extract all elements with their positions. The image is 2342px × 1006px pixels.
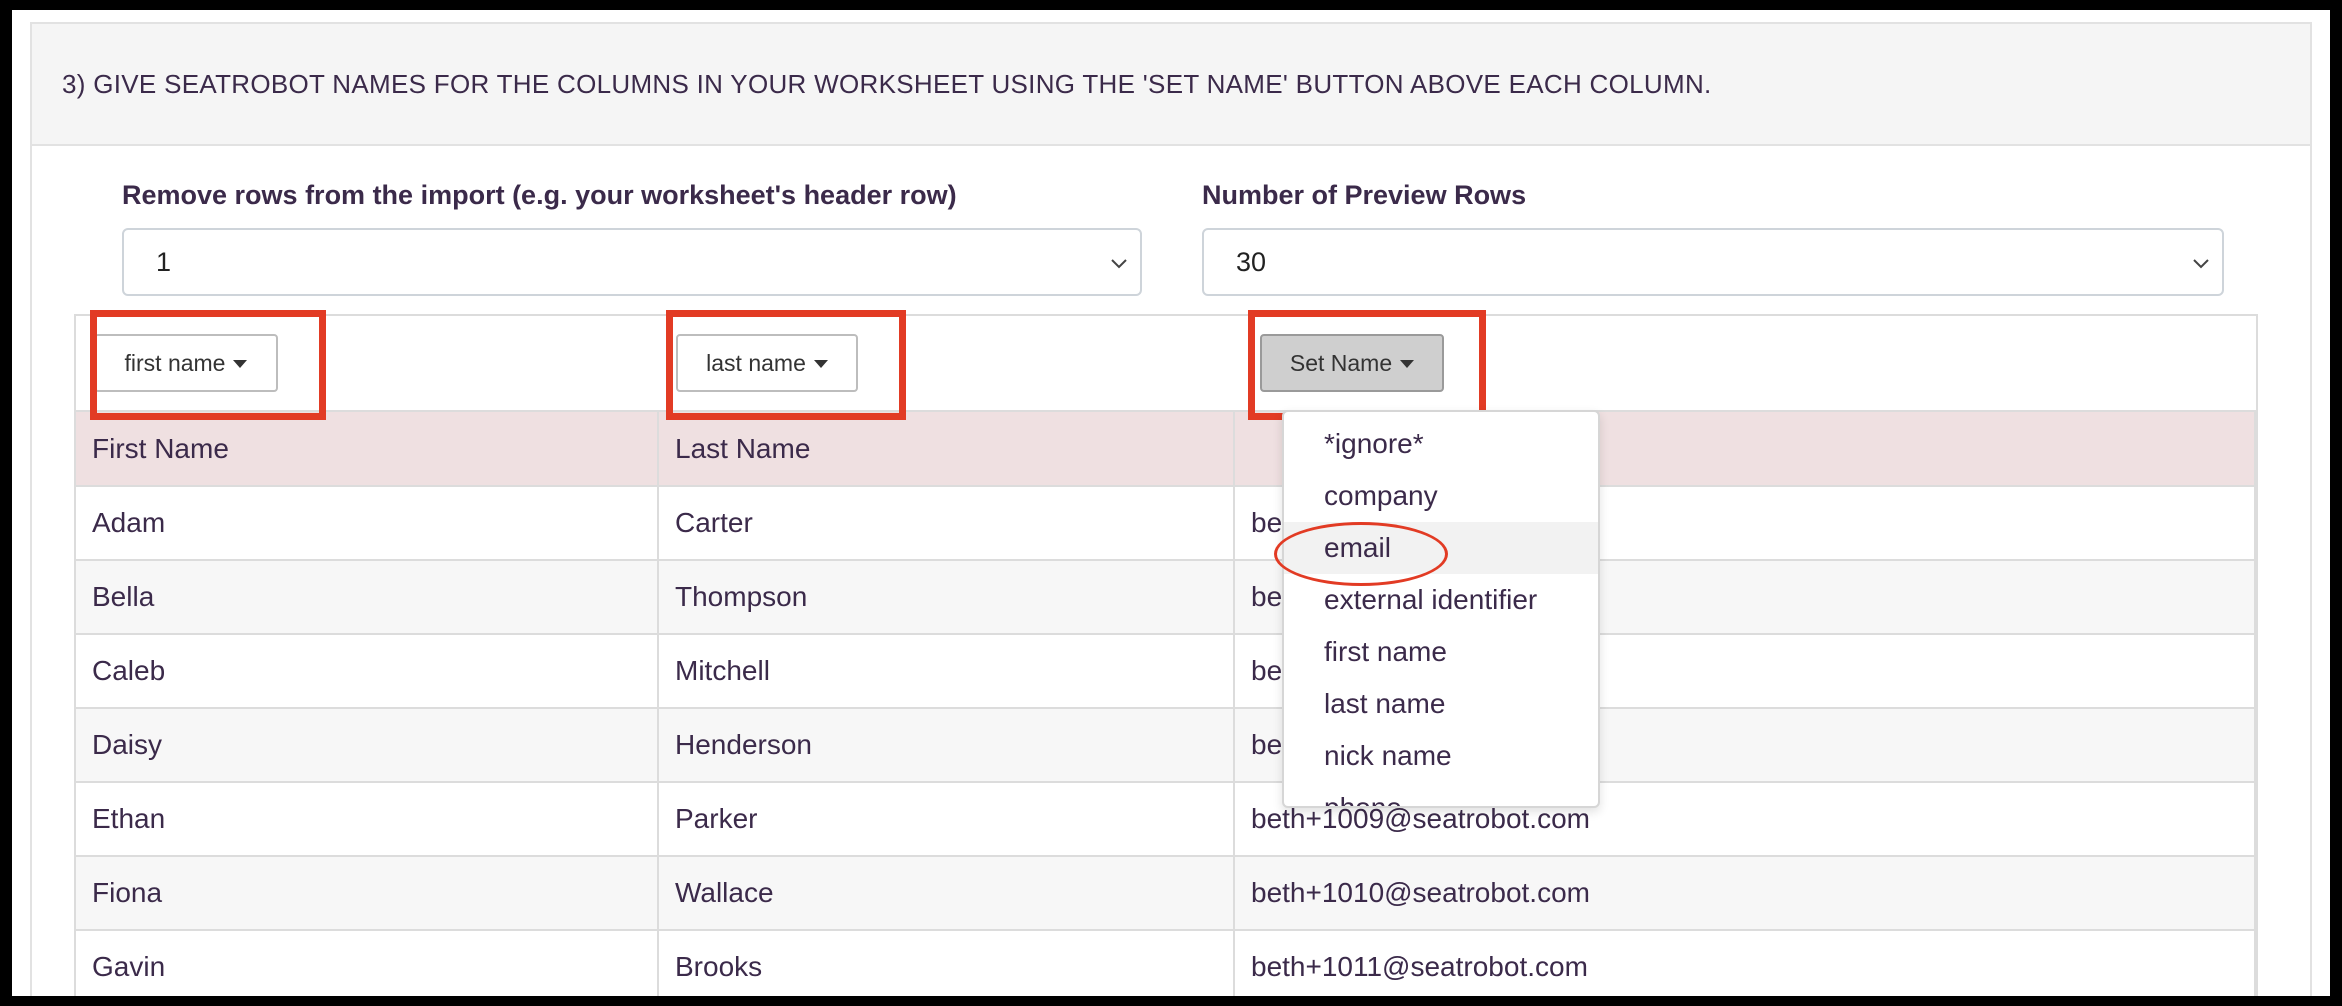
table-row: Daisy Henderson beth+1008@seatrobot.com <box>76 708 2256 783</box>
remove-rows-select[interactable]: 1 <box>122 228 1142 296</box>
table-cell: Thompson <box>658 560 1235 635</box>
preview-table: First Name Last Name Adam Carter beth+10… <box>76 412 2256 996</box>
table-cell: Caleb <box>76 634 659 709</box>
table-cell: Fiona <box>76 856 659 931</box>
annotation-ellipse-email <box>1274 522 1448 586</box>
table-cell: Parker <box>658 782 1235 857</box>
dropdown-item-first-name[interactable]: first name <box>1284 626 1598 678</box>
chevron-down-icon <box>1111 259 1127 269</box>
table-row: Bella Thompson beth+1006@seatrobot.com <box>76 560 2256 635</box>
screenshot-frame: 3) GIVE SEATROBOT NAMES FOR THE COLUMNS … <box>12 10 2330 996</box>
preview-rows-label: Number of Preview Rows <box>1202 180 1527 210</box>
table-cell: Mitchell <box>658 634 1235 709</box>
preview-rows-value: 30 <box>1236 246 1267 277</box>
dropdown-item-last-name[interactable]: last name <box>1284 678 1598 730</box>
table-cell: Adam <box>76 486 659 561</box>
table-row: Fiona Wallace beth+1010@seatrobot.com <box>76 856 2256 931</box>
step-heading: 3) GIVE SEATROBOT NAMES FOR THE COLUMNS … <box>32 24 2310 146</box>
dropdown-item-company[interactable]: company <box>1284 470 1598 522</box>
preview-grid: first name last name Set Name First Name… <box>74 314 2258 996</box>
table-row: Ethan Parker beth+1009@seatrobot.com <box>76 782 2256 857</box>
table-row: Gavin Brooks beth+1011@seatrobot.com <box>76 930 2256 996</box>
annotation-box-col2 <box>666 310 906 420</box>
remove-rows-value: 1 <box>156 246 172 277</box>
table-row: Adam Carter beth+1005@seatrobot.com <box>76 486 2256 561</box>
table-cell: Daisy <box>76 708 659 783</box>
table-header-row: First Name Last Name <box>76 412 2256 487</box>
table-row: Caleb Mitchell beth+1007@seatrobot.com <box>76 634 2256 709</box>
table-cell: beth+1011@seatrobot.com <box>1234 930 2256 996</box>
annotation-box-col3 <box>1248 310 1486 420</box>
table-cell: Ethan <box>76 782 659 857</box>
preview-rows-select[interactable]: 30 <box>1202 228 2224 296</box>
set-name-dropdown-menu: *ignore* company email external identifi… <box>1282 410 1600 808</box>
table-cell: Wallace <box>658 856 1235 931</box>
dropdown-item-nick-name[interactable]: nick name <box>1284 730 1598 782</box>
column-header: First Name <box>76 412 659 487</box>
table-cell: Bella <box>76 560 659 635</box>
remove-rows-label: Remove rows from the import (e.g. your w… <box>122 180 957 210</box>
chevron-down-icon <box>2193 259 2209 269</box>
column-name-buttons-row: first name last name Set Name <box>76 316 2256 412</box>
column-header: Last Name <box>658 412 1235 487</box>
table-cell: Henderson <box>658 708 1235 783</box>
table-cell: Carter <box>658 486 1235 561</box>
table-cell: beth+1010@seatrobot.com <box>1234 856 2256 931</box>
table-cell: Brooks <box>658 930 1235 996</box>
annotation-box-col1 <box>90 310 326 420</box>
dropdown-item-phone[interactable]: phone <box>1284 782 1598 806</box>
dropdown-item-ignore[interactable]: *ignore* <box>1284 418 1598 470</box>
table-cell: Gavin <box>76 930 659 996</box>
